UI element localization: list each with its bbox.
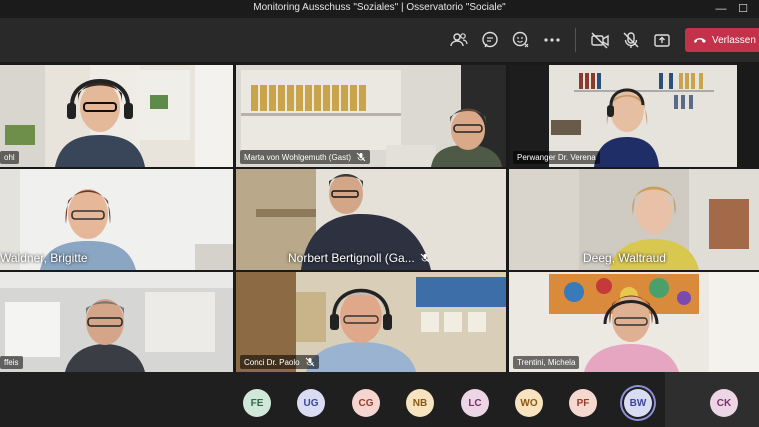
participant-video — [0, 272, 233, 372]
share-icon[interactable] — [652, 30, 672, 50]
video-tile[interactable]: ohl — [0, 65, 233, 167]
video-gallery: ohl Marta von Wohlgemuth (Gast) Perwange… — [0, 62, 759, 372]
participant-strip: FE UG CG NB LC WO PF BW CK — [0, 372, 759, 427]
title-bar: Monitoring Ausschuss "Soziales" | Osserv… — [0, 0, 759, 18]
participant-avatar[interactable]: CK — [710, 389, 738, 417]
video-tile[interactable]: Perwanger Dr. Verena — [509, 65, 737, 167]
participant-avatar[interactable]: UG — [297, 389, 325, 417]
chat-icon[interactable] — [480, 30, 500, 50]
video-tile[interactable]: Waldner, Brigitte — [0, 169, 233, 270]
toolbar-divider — [575, 28, 576, 52]
hang-up-icon — [694, 38, 706, 43]
participant-avatar-active-speaker[interactable]: BW — [624, 389, 652, 417]
video-tile[interactable]: ffeis — [0, 272, 233, 372]
leave-button[interactable]: Verlassen — [685, 28, 759, 52]
participant-name-tag: ffeis — [0, 356, 23, 369]
muted-mic-icon — [356, 152, 366, 162]
participant-name-tag: Perwanger Dr. Verena — [513, 151, 600, 164]
participant-avatar[interactable]: NB — [406, 389, 434, 417]
muted-mic-icon — [305, 357, 314, 367]
participant-name-tag: Conci Dr. Paolo — [240, 355, 319, 369]
maximize-button[interactable]: ☐ — [734, 1, 752, 17]
participant-video — [0, 65, 233, 167]
video-tile[interactable]: Marta von Wohlgemuth (Gast) — [236, 65, 506, 167]
participant-avatar[interactable]: PF — [569, 389, 597, 417]
participant-avatar[interactable]: FE — [243, 389, 271, 417]
video-tile[interactable]: Norbert Bertignoll (Ga... — [236, 169, 506, 270]
video-tile[interactable]: Conci Dr. Paolo — [236, 272, 506, 372]
participant-name-tag: Marta von Wohlgemuth (Gast) — [240, 150, 371, 164]
participant-name-tag: Norbert Bertignoll (Ga... — [288, 251, 430, 265]
mic-off-icon[interactable] — [621, 30, 641, 50]
leave-label: Verlassen — [712, 34, 756, 46]
more-icon[interactable] — [542, 30, 562, 50]
video-tile[interactable]: Trentini, Michela — [509, 272, 759, 372]
video-tile[interactable]: Deeg, Waltraud — [509, 169, 759, 270]
reactions-icon[interactable] — [511, 30, 531, 50]
window-title: Monitoring Ausschuss "Soziales" | Osserv… — [253, 2, 506, 13]
meeting-toolbar: Verlassen — [0, 18, 759, 62]
participant-name-tag: Waldner, Brigitte — [0, 251, 88, 265]
participant-name-tag: ohl — [0, 151, 19, 164]
participants-icon[interactable] — [449, 30, 469, 50]
participant-avatar[interactable]: CG — [352, 389, 380, 417]
participant-name-tag: Trentini, Michela — [513, 356, 580, 369]
participant-name-tag: Deeg, Waltraud — [583, 251, 666, 265]
muted-mic-icon — [420, 253, 430, 263]
camera-off-icon[interactable] — [590, 30, 610, 50]
participant-avatar[interactable]: LC — [461, 389, 489, 417]
minimize-button[interactable]: — — [712, 1, 730, 17]
participant-avatar[interactable]: WO — [515, 389, 543, 417]
